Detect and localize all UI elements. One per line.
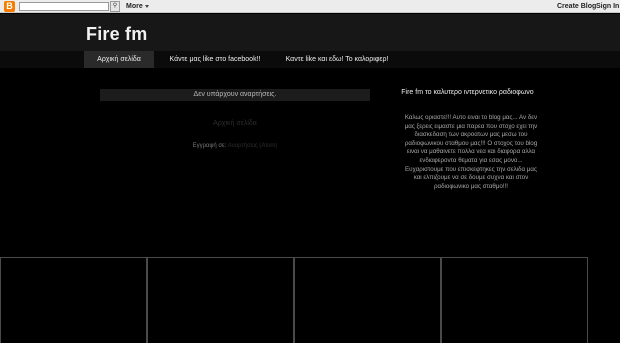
navbar-search-button[interactable]: ⚲ — [110, 1, 120, 12]
tab-home[interactable]: Αρχική σελίδα — [84, 51, 154, 68]
footer-tile — [441, 257, 588, 343]
no-posts-message: Δεν υπάρχουν αναρτήσεις. — [100, 89, 370, 101]
blog-title[interactable]: Fire fm — [86, 24, 147, 45]
subscribe-prefix: Εγγραφή σε: — [192, 143, 227, 149]
home-link[interactable]: Αρχική σελίδα — [185, 120, 285, 127]
sign-in-link[interactable]: Sign In — [596, 1, 619, 12]
sidebar-widget-text: Καλως οριαστε!!! Αυτο ειναι το blog μας.… — [404, 114, 538, 190]
navbar-more-menu[interactable]: More — [126, 1, 143, 12]
subscribe-atom-link[interactable]: Αναρτήσεις (Atom) — [228, 143, 278, 149]
tab-like-here[interactable]: Καντε like και εδω! Το καλοριφερ! — [278, 51, 396, 68]
subscribe-line: Εγγραφή σε: Αναρτήσεις (Atom) — [160, 143, 310, 149]
create-blog-link[interactable]: Create Blog — [557, 1, 596, 12]
footer-tile — [147, 257, 294, 343]
blogger-logo-icon[interactable]: B — [4, 1, 15, 12]
footer-tile — [0, 257, 147, 343]
chevron-down-icon — [145, 5, 149, 8]
footer-tile — [294, 257, 441, 343]
navbar-search-input[interactable] — [19, 2, 109, 11]
blogger-navbar: B ⚲ More Create Blog Sign In — [0, 0, 620, 13]
sidebar-widget-title: Fire fm το καλυτερο ιντερνετικο ραδιοφων… — [401, 89, 534, 96]
tab-facebook-like[interactable]: Κάντε μας like στο facebook!! — [156, 51, 274, 68]
